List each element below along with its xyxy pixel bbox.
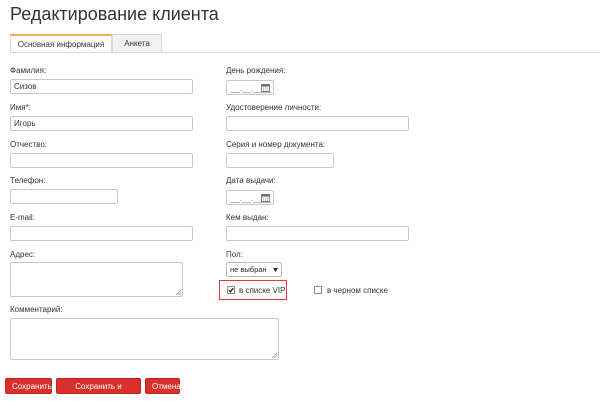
- blacklist-label: в черном списке: [327, 286, 388, 295]
- middle-name-input[interactable]: [10, 153, 193, 168]
- middle-name-label: Отчество:: [10, 140, 47, 149]
- birthday-input[interactable]: __.__.____: [226, 80, 274, 95]
- address-label: Адрес:: [10, 250, 36, 259]
- issue-date-input[interactable]: __.__.____: [226, 190, 274, 205]
- tabs-divider: [10, 52, 600, 53]
- id-document-label: Удостоверение личности:: [226, 103, 322, 112]
- first-name-label: Имя*:: [10, 103, 31, 112]
- issued-by-input[interactable]: [226, 226, 409, 241]
- tab-questionnaire[interactable]: Анкета: [112, 34, 162, 52]
- gender-label: Пол:: [226, 250, 243, 259]
- checkmark-icon: [228, 287, 234, 293]
- first-name-input[interactable]: Игорь: [10, 116, 193, 131]
- calendar-icon[interactable]: [261, 194, 270, 202]
- phone-label: Телефон:: [10, 176, 46, 185]
- gender-selected-value: не выбран: [230, 265, 267, 274]
- email-input[interactable]: [10, 226, 193, 241]
- address-textarea[interactable]: [10, 262, 183, 297]
- tab-main-info[interactable]: Основная информация: [10, 34, 112, 53]
- chevron-down-icon: [273, 268, 278, 272]
- last-name-input[interactable]: Сизов: [10, 79, 193, 94]
- resize-grip-icon: [272, 353, 277, 358]
- phone-input[interactable]: [10, 189, 118, 204]
- doc-series-label: Серия и номер документа:: [226, 140, 326, 149]
- page-title: Редактирование клиента: [10, 4, 219, 24]
- issued-by-label: Кем выдан:: [226, 213, 269, 222]
- comment-textarea[interactable]: [10, 318, 279, 360]
- birthday-label: День рождения:: [226, 66, 286, 75]
- resize-grip-icon: [176, 290, 181, 295]
- id-document-input[interactable]: [226, 116, 409, 131]
- save-and-stay-button[interactable]: Сохранить и остаться: [56, 378, 141, 405]
- blacklist-checkbox[interactable]: [314, 286, 322, 294]
- calendar-icon[interactable]: [261, 84, 270, 92]
- doc-series-input[interactable]: [226, 153, 334, 168]
- email-label: E-mail:: [10, 213, 35, 222]
- cancel-button[interactable]: Отмена: [145, 378, 181, 394]
- last-name-label: Фамилия:: [10, 66, 47, 75]
- vip-label: в списке VIP: [239, 286, 286, 295]
- comment-label: Комментарий:: [10, 305, 63, 314]
- gender-select[interactable]: не выбран: [226, 262, 282, 277]
- vip-checkbox[interactable]: [227, 286, 235, 294]
- issue-date-label: Дата выдачи:: [226, 176, 276, 185]
- save-button[interactable]: Сохранить: [5, 378, 52, 394]
